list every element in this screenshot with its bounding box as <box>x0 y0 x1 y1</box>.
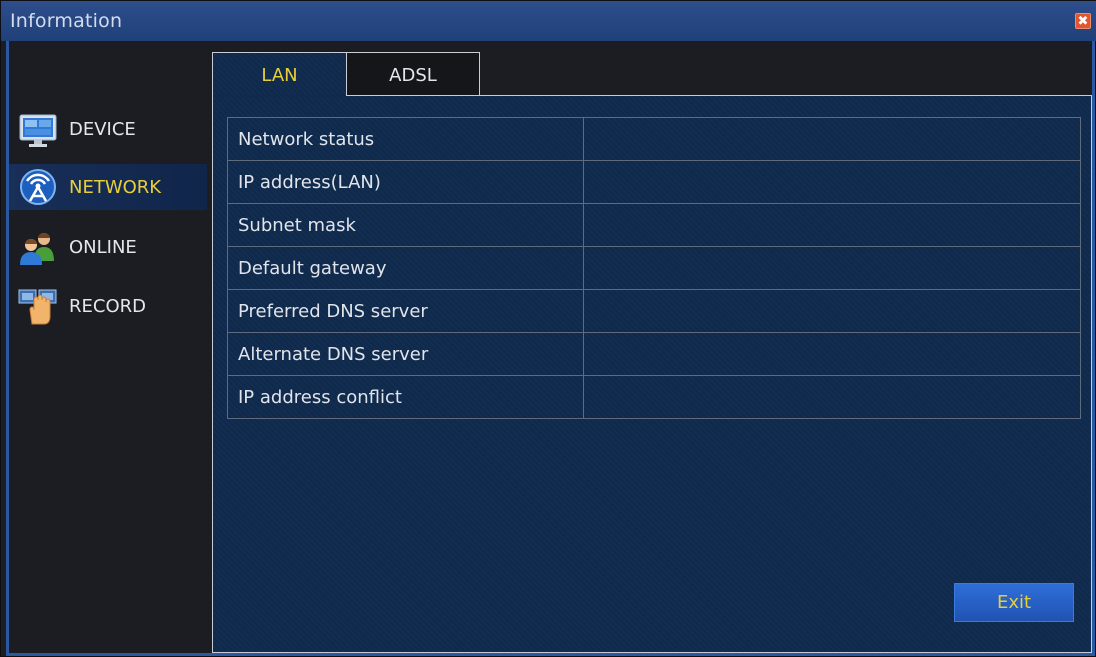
sidebar-item-label: NETWORK <box>69 176 162 198</box>
table-row: Preferred DNS server <box>227 289 1082 333</box>
table-row: Subnet mask <box>227 203 1082 247</box>
row-value <box>582 375 1082 419</box>
active-tab-join <box>213 95 346 97</box>
row-label: Network status <box>227 117 584 161</box>
information-window: Information ✖ DEVICE NETWORK ONLINE RECO… <box>0 0 1096 657</box>
row-value <box>582 332 1082 376</box>
network-info-table: Network status IP address(LAN) Subnet ma… <box>227 117 1082 419</box>
row-label: IP address conflict <box>227 375 584 419</box>
sidebar-item-label: DEVICE <box>69 118 136 140</box>
hand-record-icon <box>18 286 58 326</box>
sidebar-item-label: ONLINE <box>69 236 137 258</box>
row-label: IP address(LAN) <box>227 160 584 204</box>
row-label: Preferred DNS server <box>227 289 584 333</box>
row-value <box>582 289 1082 333</box>
close-button[interactable]: ✖ <box>1075 13 1091 29</box>
row-value <box>582 203 1082 247</box>
close-icon: ✖ <box>1077 13 1089 29</box>
window-title: Information <box>10 10 123 32</box>
table-row: Network status <box>227 117 1082 161</box>
row-value <box>582 117 1082 161</box>
sidebar-item-device[interactable]: DEVICE <box>9 106 207 152</box>
window-frame-right <box>1092 41 1095 656</box>
row-label: Default gateway <box>227 246 584 290</box>
table-row: IP address(LAN) <box>227 160 1082 204</box>
tab-adsl[interactable]: ADSL <box>346 52 480 97</box>
row-label: Subnet mask <box>227 203 584 247</box>
exit-button[interactable]: Exit <box>954 583 1074 622</box>
sidebar-item-record[interactable]: RECORD <box>9 283 207 329</box>
tab-lan[interactable]: LAN <box>212 52 347 98</box>
tab-label: LAN <box>261 65 298 86</box>
sidebar-item-online[interactable]: ONLINE <box>9 224 207 270</box>
users-icon <box>18 227 58 267</box>
row-value <box>582 246 1082 290</box>
row-label: Alternate DNS server <box>227 332 584 376</box>
table-row: Default gateway <box>227 246 1082 290</box>
exit-button-label: Exit <box>996 592 1032 613</box>
title-bar: Information ✖ <box>1 1 1096 41</box>
monitor-icon <box>18 109 58 149</box>
table-row: IP address conflict <box>227 375 1082 419</box>
antenna-icon <box>18 167 58 207</box>
row-value <box>582 160 1082 204</box>
table-row: Alternate DNS server <box>227 332 1082 376</box>
sidebar-item-label: RECORD <box>69 295 146 317</box>
window-frame-bottom <box>6 653 1092 656</box>
tab-label: ADSL <box>389 64 437 86</box>
sidebar-item-network[interactable]: NETWORK <box>9 164 207 210</box>
